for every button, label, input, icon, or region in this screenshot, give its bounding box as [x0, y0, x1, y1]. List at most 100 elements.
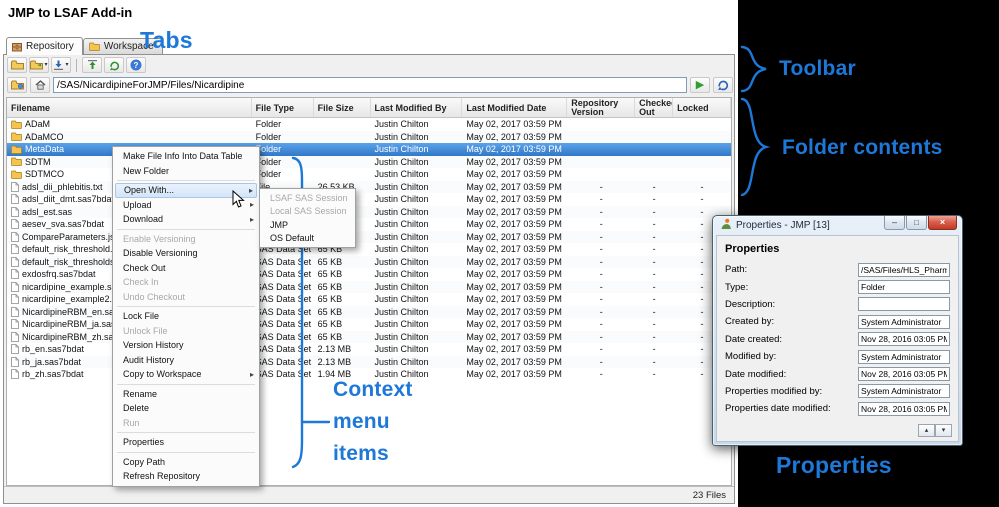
help-icon: ? — [130, 59, 142, 71]
maximize-button[interactable]: □ — [906, 216, 927, 230]
menu-item-properties[interactable]: Properties — [113, 435, 259, 450]
dialog-titlebar[interactable]: Properties - JMP [13] – □ × — [713, 216, 962, 235]
toolbar-separator — [76, 59, 77, 72]
column-header-checked-out[interactable]: Checked Out — [635, 98, 673, 117]
scroll-up-button[interactable]: ▴ — [918, 424, 935, 437]
download-dropdown-button[interactable]: ▾ — [51, 57, 71, 73]
jmp-icon — [720, 218, 732, 233]
table-row[interactable]: ADaMCOFolderJustin ChiltonMay 02, 2017 0… — [7, 131, 731, 144]
maximize-icon: □ — [914, 218, 919, 227]
submenu-item-local-sas-session[interactable]: Local SAS Session — [260, 205, 355, 219]
folder-icon — [11, 157, 22, 166]
menu-item-audit-history[interactable]: Audit History — [113, 353, 259, 368]
open-folder-dropdown-button[interactable]: ▾ — [29, 57, 49, 73]
menu-item-unlock-file[interactable]: Unlock File — [113, 324, 259, 339]
file-icon — [11, 282, 19, 292]
minimize-button[interactable]: – — [884, 216, 905, 230]
menu-separator — [113, 382, 259, 387]
go-button[interactable]: ▶ — [690, 77, 710, 93]
property-row: Date modified: — [725, 365, 950, 382]
property-row: Path: — [725, 261, 950, 278]
property-row: Properties date modified: — [725, 400, 950, 417]
menu-item-undo-checkout[interactable]: Undo Checkout — [113, 290, 259, 305]
home-button[interactable] — [30, 77, 50, 93]
path-input[interactable] — [53, 77, 687, 93]
column-header-repository-version[interactable]: Repository Version — [567, 98, 635, 117]
menu-item-refresh-repository[interactable]: Refresh Repository — [113, 469, 259, 484]
column-header-locked[interactable]: Locked — [673, 98, 731, 117]
property-value-type[interactable] — [858, 280, 950, 294]
menu-item-copy-path[interactable]: Copy Path — [113, 455, 259, 470]
menu-item-enable-versioning[interactable]: Enable Versioning — [113, 232, 259, 247]
column-header-last-modified-by[interactable]: Last Modified By — [371, 98, 463, 117]
svg-text:?: ? — [134, 61, 139, 70]
column-header-file-type[interactable]: File Type — [252, 98, 314, 117]
refresh-path-button[interactable] — [713, 77, 733, 93]
column-header-filename[interactable]: Filename — [7, 98, 252, 117]
property-label-modified-by: Modified by: — [725, 351, 858, 362]
annotation-folder-contents: Folder contents — [782, 136, 943, 160]
property-value-modified-by[interactable] — [858, 350, 950, 364]
property-value-date-modified[interactable] — [858, 367, 950, 381]
file-icon — [11, 182, 19, 192]
menu-item-new-folder[interactable]: New Folder — [113, 164, 259, 179]
dialog-heading: Properties — [725, 243, 950, 255]
file-icon — [11, 307, 19, 317]
menu-item-copy-to-workspace[interactable]: Copy to Workspace▸ — [113, 367, 259, 382]
refresh-button[interactable] — [104, 57, 124, 73]
folder-icon — [11, 145, 22, 154]
menu-item-version-history[interactable]: Version History — [113, 338, 259, 353]
go-icon: ▶ — [696, 80, 704, 91]
property-value-properties-date-modified[interactable] — [858, 402, 950, 416]
workspace-folder-icon — [89, 42, 100, 51]
submenu-item-os-default[interactable]: OS Default — [260, 232, 355, 246]
menu-item-rename[interactable]: Rename — [113, 387, 259, 402]
menu-separator — [113, 178, 259, 183]
menu-item-download[interactable]: Download▸ — [113, 212, 259, 227]
new-folder-icon — [11, 60, 24, 70]
property-value-date-created[interactable] — [858, 332, 950, 346]
menu-item-check-out[interactable]: Check Out — [113, 261, 259, 276]
new-folder-button[interactable] — [7, 57, 27, 73]
file-icon — [11, 194, 19, 204]
property-row: Date created: — [725, 331, 950, 348]
scroll-down-button[interactable]: ▾ — [935, 424, 952, 437]
property-value-description[interactable] — [858, 297, 950, 311]
property-value-properties-modified-by[interactable] — [858, 384, 950, 398]
file-table-header: FilenameFile TypeFile SizeLast Modified … — [7, 98, 731, 118]
menu-item-disable-versioning[interactable]: Disable Versioning — [113, 246, 259, 261]
help-button[interactable]: ? — [126, 57, 146, 73]
property-value-path[interactable] — [858, 263, 950, 277]
file-count: 23 Files — [693, 490, 726, 501]
upload-button[interactable] — [82, 57, 102, 73]
submenu-arrow-icon: ▸ — [249, 186, 253, 195]
property-value-created-by[interactable] — [858, 315, 950, 329]
property-label-date-created: Date created: — [725, 334, 858, 345]
open-with-submenu: LSAF SAS SessionLocal SAS SessionJMPOS D… — [259, 188, 356, 248]
close-button[interactable]: × — [928, 216, 957, 230]
column-header-file-size[interactable]: File Size — [314, 98, 371, 117]
server-folder-icon — [11, 80, 24, 90]
table-row[interactable]: ADaMFolderJustin ChiltonMay 02, 2017 03:… — [7, 118, 731, 131]
menu-item-lock-file[interactable]: Lock File — [113, 309, 259, 324]
dialog-body: Properties Path:Type:Description:Created… — [716, 235, 959, 442]
dropdown-caret-icon: ▾ — [65, 62, 68, 68]
property-row: Modified by: — [725, 348, 950, 365]
close-icon: × — [940, 217, 945, 227]
property-row: Properties modified by: — [725, 383, 950, 400]
menu-item-run[interactable]: Run — [113, 416, 259, 431]
tab-repository[interactable]: Repository — [6, 37, 83, 55]
file-icon — [11, 344, 19, 354]
menu-item-check-in[interactable]: Check In — [113, 275, 259, 290]
server-folder-button[interactable] — [7, 77, 27, 93]
repository-icon — [12, 42, 22, 52]
app-title: JMP to LSAF Add-in — [8, 5, 132, 20]
property-label-properties-modified-by: Properties modified by: — [725, 386, 858, 397]
menu-item-delete[interactable]: Delete — [113, 401, 259, 416]
menu-item-make-file-info-into-data-table[interactable]: Make File Info Into Data Table — [113, 149, 259, 164]
column-header-last-modified-date[interactable]: Last Modified Date — [462, 98, 567, 117]
submenu-item-lsaf-sas-session[interactable]: LSAF SAS Session — [260, 191, 355, 205]
toolbar: ▾ ▾ ? — [7, 56, 146, 74]
refresh-path-icon — [717, 79, 729, 91]
submenu-item-jmp[interactable]: JMP — [260, 218, 355, 232]
